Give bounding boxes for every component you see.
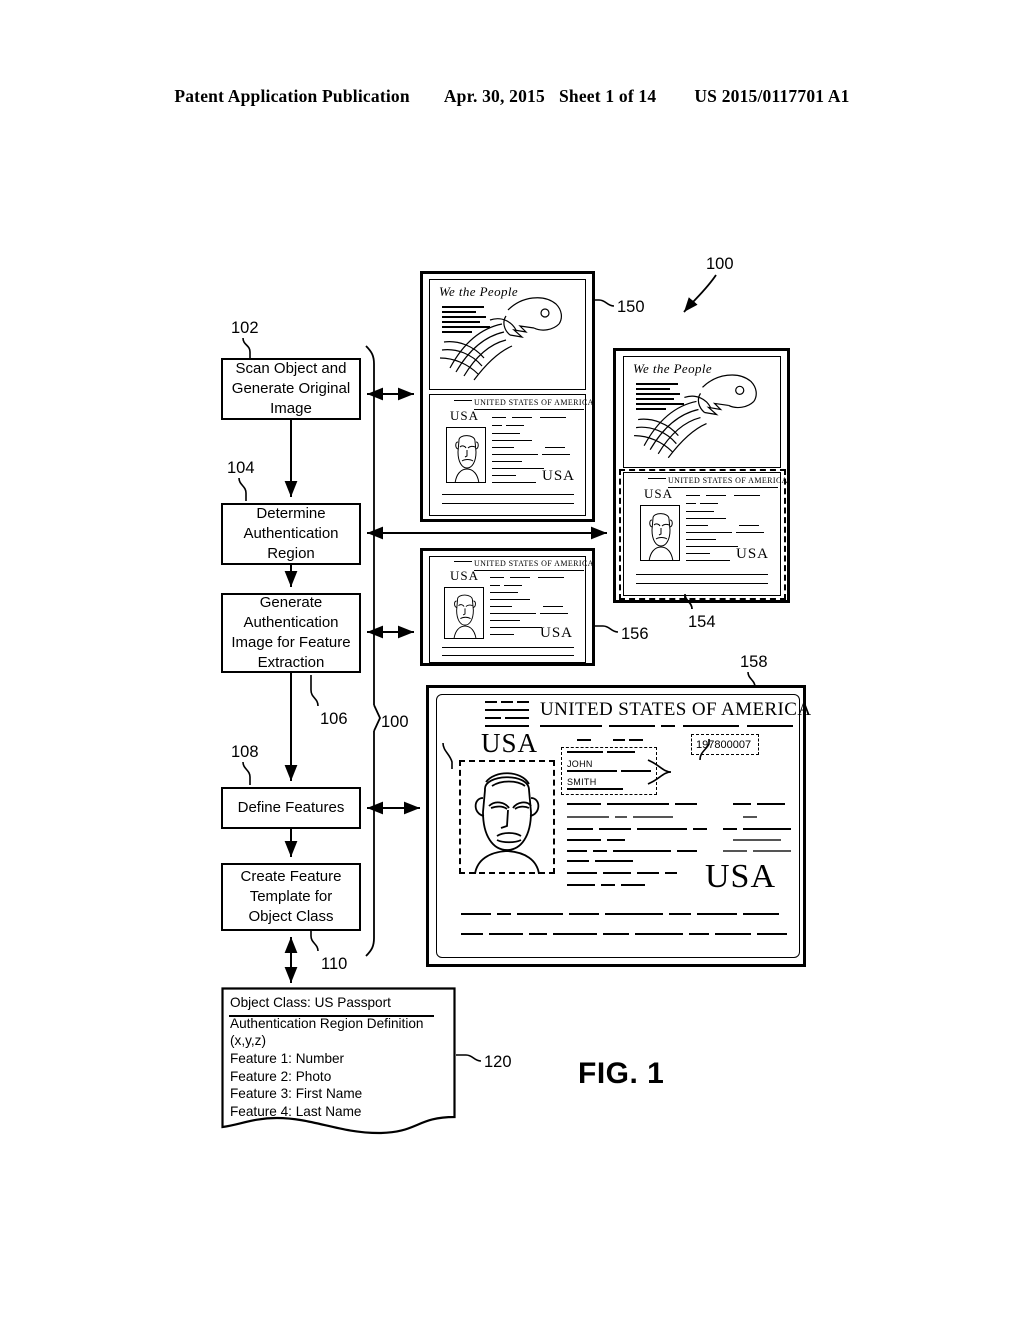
publication-title: Patent Application Publication xyxy=(174,86,410,106)
ref-numeral-108: 108 xyxy=(231,743,259,761)
usa-badge: USA xyxy=(540,625,574,641)
passport-photo xyxy=(444,587,484,639)
authentication-region-outline xyxy=(619,469,786,600)
passport-data-page-detail: UNITED STATES OF AMERICA USA 197800007 J… xyxy=(436,694,811,958)
eagle-illustration xyxy=(634,374,757,459)
flowchart-step-generate-auth-image: Generate Authentication Image for Featur… xyxy=(221,593,361,673)
title-underline xyxy=(229,1015,434,1017)
template-record-text: Object Class: US Passport Authentication… xyxy=(230,994,454,1121)
template-record-line: (x,y,z) xyxy=(230,1033,266,1049)
ref-numeral-104: 104 xyxy=(227,459,255,477)
feature-template-record: Object Class: US Passport Authentication… xyxy=(221,987,456,1135)
template-record-title: Object Class: US Passport xyxy=(230,995,391,1010)
publication-date: Apr. 30, 2015 xyxy=(443,86,545,106)
template-record-line: Feature 3: First Name xyxy=(230,1086,363,1102)
passport-data-page: UNITED STATES OF AMERICA USA USA xyxy=(429,394,593,516)
image-feature-detail: UNITED STATES OF AMERICA USA 197800007 J… xyxy=(426,685,811,967)
passport-number-value: 197800007 xyxy=(696,739,752,751)
ref-numeral-156: 156 xyxy=(621,625,649,643)
figure-label: FIG. 1 xyxy=(578,1057,665,1090)
flowchart-step-label: Determine Authentication Region xyxy=(243,505,339,562)
image-authentication-region: UNITED STATES OF AMERICA USA USA xyxy=(420,548,595,666)
passport-cover-page: We the People xyxy=(429,279,586,390)
ref-numeral-100-bracket: 100 xyxy=(381,713,409,731)
flowchart-step-define-features: Define Features xyxy=(221,787,361,829)
flowchart-step-create-template: Create Feature Template for Object Class xyxy=(221,863,361,931)
patent-number: US 2015/0117701 A1 xyxy=(694,86,850,106)
image-region-marked-passport: We the People UNITED STATES OF AMERICA U… xyxy=(613,348,790,603)
passport-data-page: UNITED STATES OF AMERICA USA USA xyxy=(429,556,593,663)
flowchart-step-label: Define Features xyxy=(237,799,345,817)
sheet-number: Sheet 1 of 14 xyxy=(558,86,657,106)
country-heading: UNITED STATES OF AMERICA xyxy=(540,699,812,720)
eagle-illustration xyxy=(439,297,562,381)
usa-mark: USA xyxy=(481,728,539,758)
template-record-line: Feature 1: Number xyxy=(230,1051,345,1067)
flowchart-step-determine-region: Determine Authentication Region xyxy=(221,503,361,565)
ref-numeral-110: 110 xyxy=(321,955,348,973)
ref-numeral-106: 106 xyxy=(320,710,348,728)
ref-numeral-120: 120 xyxy=(484,1053,512,1071)
usa-mark: USA xyxy=(450,568,480,583)
country-heading: UNITED STATES OF AMERICA xyxy=(474,398,594,407)
template-record-line: Feature 4: Last Name xyxy=(230,1104,362,1120)
usa-badge: USA xyxy=(542,468,576,484)
ref-numeral-150: 150 xyxy=(617,298,645,316)
image-original-passport: We the People UNITED STATES OF AMERICA U… xyxy=(420,271,595,522)
ref-numeral-158: 158 xyxy=(740,653,768,671)
ref-numeral-100-lead: 100 xyxy=(706,255,734,273)
face-illustration-detail xyxy=(474,772,540,874)
first-name-value: JOHN xyxy=(567,759,593,769)
flowchart-step-label: Generate Authentication Image for Featur… xyxy=(231,594,351,671)
flowchart-step-scan-object: Scan Object and Generate Original Image xyxy=(221,358,361,420)
country-heading: UNITED STATES OF AMERICA xyxy=(474,559,594,568)
last-name-value: SMITH xyxy=(567,777,597,787)
passport-cover-page: We the People xyxy=(623,356,781,468)
flowchart-step-label: Scan Object and Generate Original Image xyxy=(231,360,351,417)
ref-numeral-154: 154 xyxy=(688,613,716,631)
face-illustration xyxy=(454,435,480,482)
usa-mark: USA xyxy=(450,408,480,423)
usa-badge: USA xyxy=(705,858,777,895)
ref-numeral-102: 102 xyxy=(231,319,259,337)
template-record-line: Feature 2: Photo xyxy=(230,1068,332,1084)
passport-photo xyxy=(446,427,486,483)
template-record-line: Authentication Region Definition xyxy=(230,1015,424,1031)
flowchart-step-label: Create Feature Template for Object Class xyxy=(240,868,342,925)
face-illustration xyxy=(453,594,477,638)
page-header: Patent Application Publication Apr. 30, 2… xyxy=(0,86,1024,107)
